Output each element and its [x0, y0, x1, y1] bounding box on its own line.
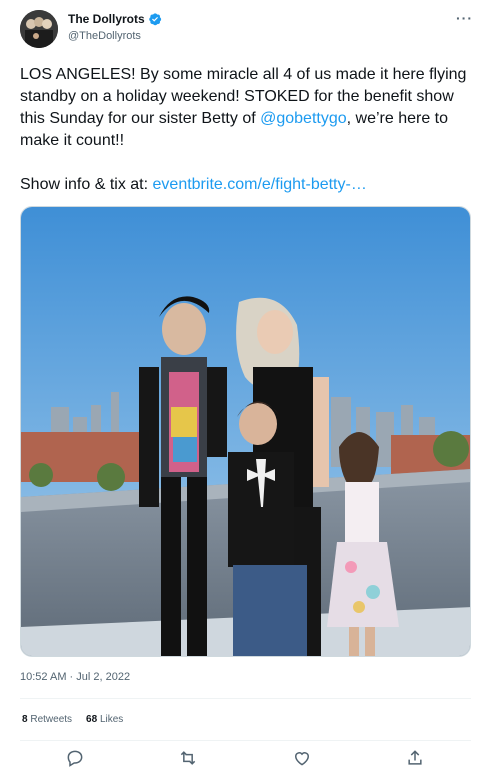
more-options-button[interactable]: ··· — [456, 10, 473, 26]
likes-stat[interactable]: 68 Likes — [86, 714, 123, 725]
show-info-line: Show info & tix at: eventbrite.com/e/fig… — [20, 174, 367, 196]
like-button[interactable] — [292, 748, 314, 770]
likes-count: 68 — [86, 714, 98, 725]
tweet-text: LOS ANGELES! By some miracle all 4 of us… — [20, 64, 475, 152]
action-bar — [20, 748, 471, 772]
divider — [20, 740, 471, 741]
tweet: The Dollyrots @TheDollyrots ··· LOS ANGE… — [0, 0, 489, 783]
mention-link[interactable]: @gobettygo — [260, 110, 347, 127]
engagement-stats: 8 Retweets 68 Likes — [22, 714, 123, 725]
reply-icon — [67, 750, 83, 767]
retweets-count: 8 — [22, 714, 28, 725]
heart-icon — [294, 752, 310, 766]
divider — [20, 698, 471, 699]
reply-button[interactable] — [65, 748, 87, 770]
author-handle[interactable]: @TheDollyrots — [68, 30, 141, 42]
retweets-stat[interactable]: 8 Retweets — [22, 714, 72, 725]
author-display-name-row[interactable]: The Dollyrots — [68, 12, 162, 26]
show-info-label: Show info & tix at: — [20, 176, 153, 193]
tweet-photo[interactable] — [20, 206, 471, 657]
retweet-icon — [180, 751, 196, 765]
share-button[interactable] — [405, 748, 427, 770]
event-link[interactable]: eventbrite.com/e/fight-betty-… — [153, 176, 367, 193]
author-display-name[interactable]: The Dollyrots — [68, 12, 145, 26]
verified-badge-icon — [148, 12, 162, 26]
share-icon — [408, 750, 422, 765]
photo-illustration — [21, 207, 470, 656]
retweet-button[interactable] — [178, 748, 200, 770]
likes-label: Likes — [99, 714, 124, 725]
retweets-label: Retweets — [30, 714, 73, 725]
avatar[interactable] — [20, 10, 58, 48]
tweet-timestamp[interactable]: 10:52 AM · Jul 2, 2022 — [20, 671, 130, 683]
